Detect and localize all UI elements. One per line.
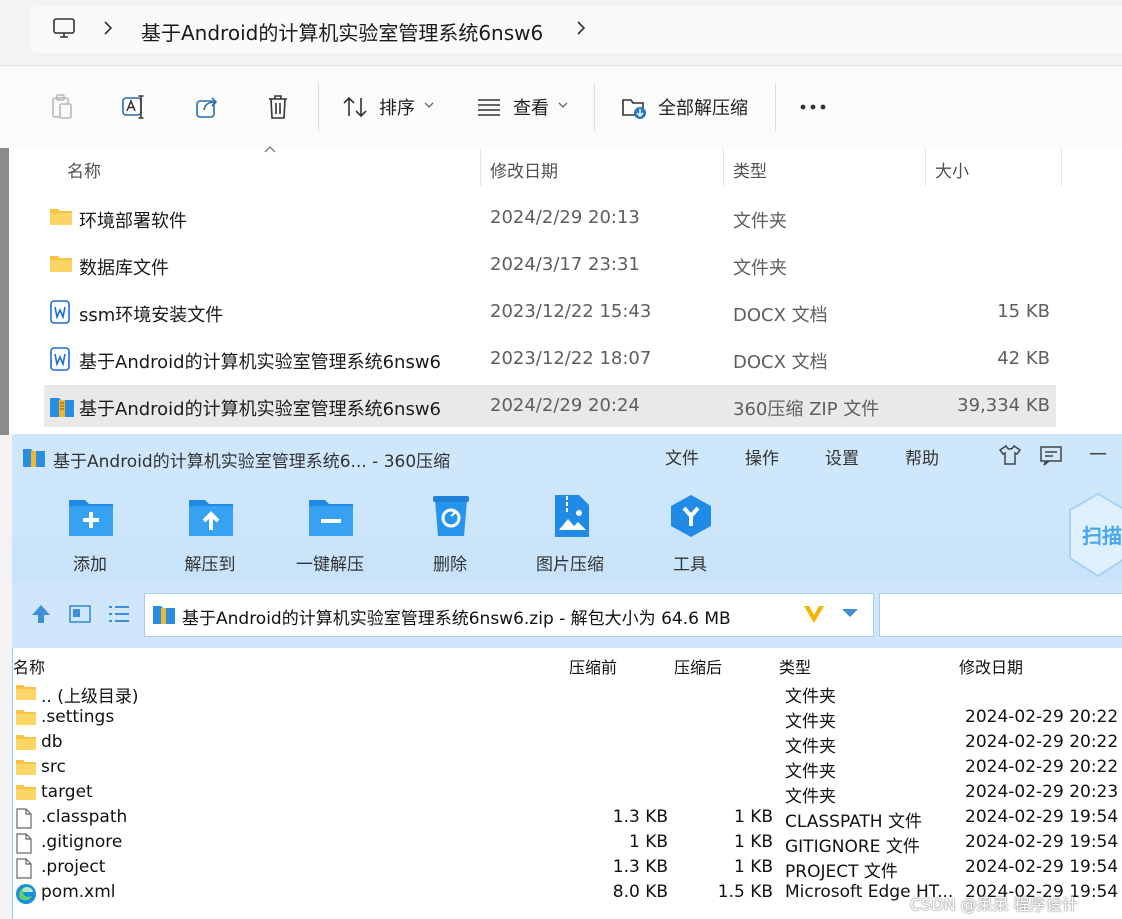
file-icon	[15, 858, 33, 879]
menu-help[interactable]: 帮助	[905, 444, 939, 469]
chevron-down-icon[interactable]	[424, 101, 434, 109]
recycle-bin-icon	[427, 494, 475, 538]
chevron-right-icon[interactable]	[102, 19, 114, 37]
chevron-right-icon[interactable]	[575, 19, 587, 37]
folder-icon	[49, 206, 73, 226]
chevron-down-icon[interactable]	[558, 101, 568, 109]
skin-shirt-icon[interactable]	[998, 444, 1022, 466]
paste-icon[interactable]	[50, 94, 74, 120]
tools-button[interactable]: 工具	[645, 494, 735, 575]
zip-col-before[interactable]: 压缩前	[569, 654, 617, 678]
zip-col-name[interactable]: 名称	[13, 654, 45, 678]
list-view-icon[interactable]	[108, 605, 130, 623]
folder-icon	[15, 758, 37, 776]
zip-row[interactable]: db 文件夹 2024-02-29 20:22	[12, 731, 1122, 757]
folder-icon	[15, 708, 37, 726]
word-doc-icon	[49, 300, 71, 324]
delete-button[interactable]: 删除	[405, 494, 495, 575]
extract-all-button[interactable]: 全部解压缩	[658, 94, 748, 120]
up-arrow-icon[interactable]	[30, 603, 52, 625]
one-click-extract-button[interactable]: 一键解压	[285, 494, 375, 575]
extract-to-button[interactable]: 解压到	[165, 494, 255, 575]
sort-ascending-icon	[264, 145, 276, 153]
file-row-selected[interactable]: 基于Android的计算机实验室管理系统6nsw6 2024/2/29 20:2…	[44, 385, 1056, 427]
folder-icon	[15, 733, 37, 751]
nav-pane-scrollbar[interactable]	[0, 148, 9, 435]
thumbnail-view-icon[interactable]	[69, 604, 91, 624]
file-row[interactable]: 环境部署软件 2024/2/29 20:13 文件夹	[44, 197, 1056, 239]
more-options-icon[interactable]	[800, 104, 826, 110]
image-compress-button[interactable]: 图片压缩	[525, 494, 615, 575]
file-icon	[15, 808, 33, 829]
column-divider[interactable]	[723, 148, 724, 186]
sort-button[interactable]: 排序	[379, 94, 415, 120]
file-row[interactable]: ssm环境安装文件 2023/12/22 15:43 DOCX 文档 15 KB	[44, 291, 1056, 333]
zip-col-type[interactable]: 类型	[779, 654, 811, 678]
column-divider[interactable]	[1061, 148, 1062, 186]
tools-hexagon-icon	[667, 494, 715, 538]
column-divider[interactable]	[925, 148, 926, 186]
view-icon[interactable]	[477, 98, 501, 116]
search-field[interactable]	[879, 593, 1122, 637]
zip-row[interactable]: .gitignore 1 KB 1 KB GITIGNORE 文件 2024-0…	[12, 831, 1122, 857]
rename-icon[interactable]	[121, 94, 147, 120]
watermark: CSDN @呆呆 程序设计	[910, 895, 1078, 914]
zip-row[interactable]: target 文件夹 2024-02-29 20:23	[12, 781, 1122, 807]
toolbar-divider	[594, 83, 595, 131]
command-bar: 排序 查看 全部解压缩	[0, 65, 1122, 149]
folder-icon	[15, 683, 37, 701]
zip-row[interactable]: .settings 文件夹 2024-02-29 20:22	[12, 706, 1122, 732]
feedback-icon[interactable]	[1040, 446, 1062, 466]
extract-all-icon[interactable]	[621, 94, 649, 120]
zip-col-date[interactable]: 修改日期	[959, 654, 1023, 678]
extract-folder-icon	[187, 494, 235, 538]
zip-icon	[152, 603, 176, 625]
zip-app-icon	[22, 446, 46, 468]
v-logo-icon[interactable]	[802, 603, 826, 625]
share-icon[interactable]	[194, 94, 220, 120]
add-button[interactable]: 添加	[45, 494, 135, 575]
file-icon	[15, 833, 33, 854]
minimize-icon[interactable]	[1090, 453, 1106, 455]
zip-icon	[49, 394, 75, 418]
view-button[interactable]: 查看	[513, 94, 549, 120]
menu-operation[interactable]: 操作	[745, 444, 779, 469]
toolbar-divider	[318, 83, 319, 131]
sort-icon[interactable]	[342, 95, 368, 119]
quick-extract-icon	[307, 494, 355, 538]
breadcrumb[interactable]: 基于Android的计算机实验室管理系统6nsw6	[141, 17, 543, 46]
scan-label[interactable]: 扫描	[1082, 520, 1122, 549]
folder-icon	[49, 253, 73, 273]
image-zip-icon	[547, 494, 595, 538]
add-folder-icon	[67, 494, 115, 538]
column-header-type[interactable]: 类型	[733, 157, 767, 182]
delete-icon[interactable]	[266, 94, 290, 120]
zip-row[interactable]: .project 1.3 KB 1 KB PROJECT 文件 2024-02-…	[12, 856, 1122, 882]
dropdown-arrow-icon[interactable]	[841, 608, 859, 618]
zip-window-title: 基于Android的计算机实验室管理系统6... - 360压缩	[53, 452, 451, 472]
column-header-name[interactable]: 名称	[67, 157, 101, 182]
zip-row[interactable]: .. (上级目录) 文件夹	[12, 681, 1122, 707]
column-divider[interactable]	[480, 148, 481, 186]
menu-settings[interactable]: 设置	[825, 444, 859, 469]
column-header-size[interactable]: 大小	[935, 157, 969, 182]
zip-row[interactable]: src 文件夹 2024-02-29 20:22	[12, 756, 1122, 782]
edge-icon	[15, 883, 37, 905]
folder-icon	[15, 783, 37, 801]
archive-path-text: 基于Android的计算机实验室管理系统6nsw6.zip - 解包大小为 64…	[182, 609, 731, 629]
zip-row[interactable]: .classpath 1.3 KB 1 KB CLASSPATH 文件 2024…	[12, 806, 1122, 832]
zip-col-after[interactable]: 压缩后	[674, 654, 722, 678]
column-header-date[interactable]: 修改日期	[490, 157, 558, 182]
file-row[interactable]: 基于Android的计算机实验室管理系统6nsw6 2023/12/22 18:…	[44, 338, 1056, 380]
this-pc-icon[interactable]	[52, 16, 76, 40]
file-row[interactable]: 数据库文件 2024/3/17 23:31 文件夹	[44, 244, 1056, 286]
toolbar-divider	[775, 83, 776, 131]
word-doc-icon	[49, 347, 71, 371]
menu-file[interactable]: 文件	[665, 444, 699, 469]
